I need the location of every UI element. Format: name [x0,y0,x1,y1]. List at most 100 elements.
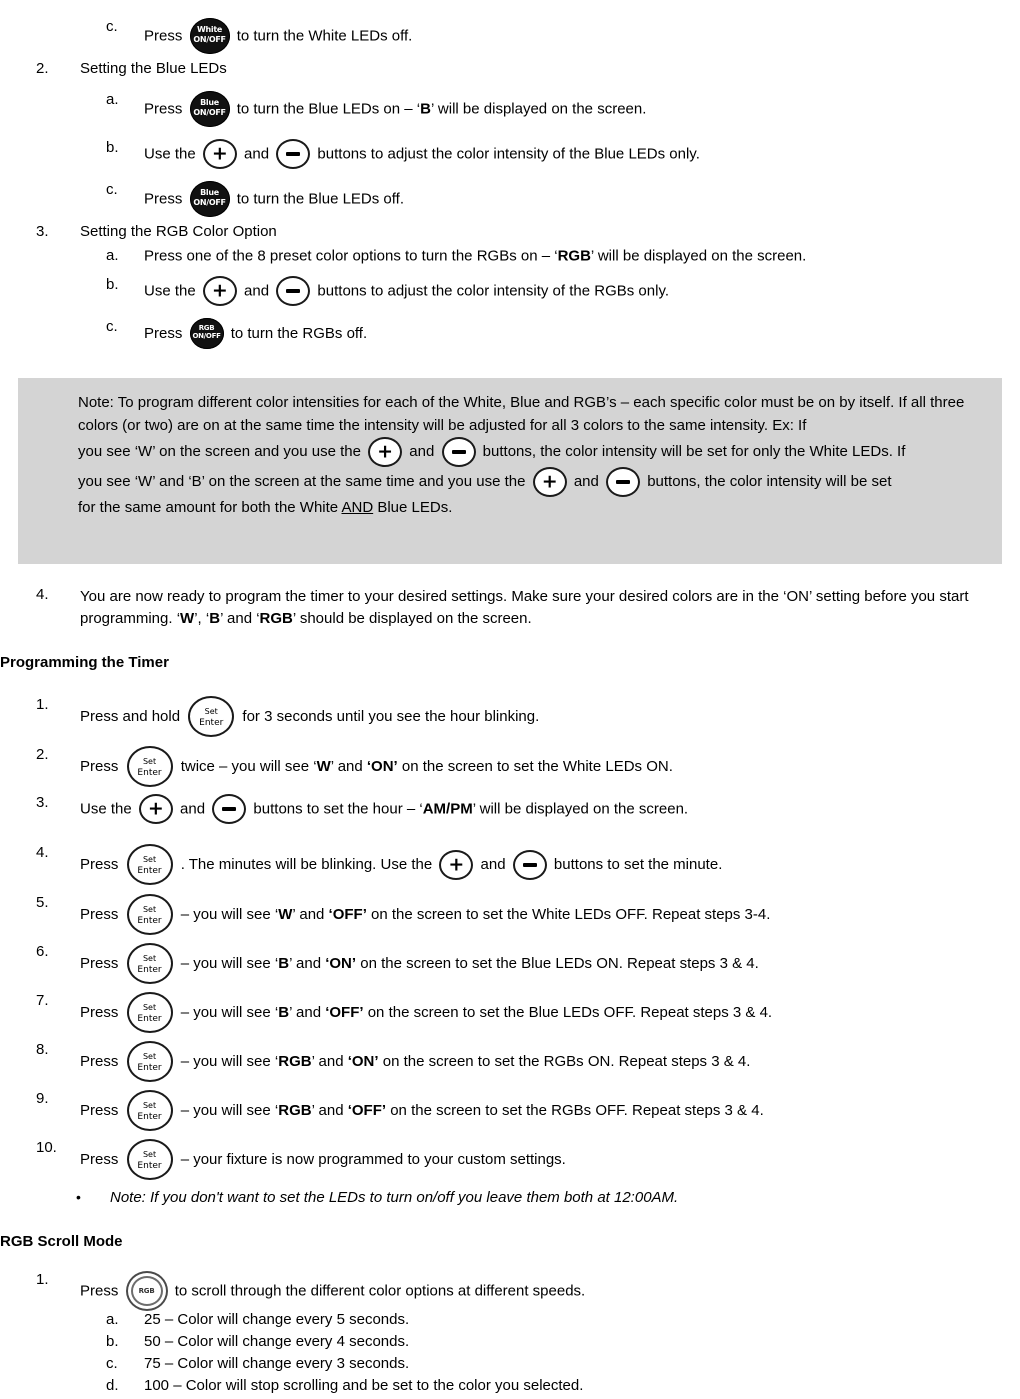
minus-icon[interactable] [212,794,247,824]
text-before: Press [80,757,119,775]
text-before: Press [80,1150,119,1168]
timer-step: 2. Press Set Enter twice – you will see … [36,746,1016,787]
minus-icon[interactable] [512,849,547,880]
set-enter-icon-line1: Set [142,1101,157,1110]
plus-icon-glyph: + [541,470,558,493]
text-before: Press [80,855,119,873]
list-text: Use the + and buttons to adjust the colo… [144,276,1020,307]
text-after-2: ’ and [292,905,329,923]
text-after-1: – you will see ‘ [180,905,279,923]
note-p3-before: you see ‘W’ and ‘B’ on the screen at the… [78,472,526,490]
set-enter-icon[interactable]: Set Enter [126,1090,173,1131]
plus-icon[interactable]: + [439,849,474,880]
plus-icon[interactable]: + [138,794,173,824]
list-item: b. Use the + and buttons to adjust the c… [106,139,1020,170]
set-enter-icon-line2: Enter [137,1014,162,1024]
text-before: Press [144,190,183,208]
note-p2-before: you see ‘W’ on the screen and you use th… [78,442,361,460]
list-item: c. Press Blue ON/OFF to turn the Blue LE… [106,181,1020,218]
text-before: Press [80,1282,119,1300]
emphasis-b: B [209,609,221,627]
list-item: 4. You are now ready to program the time… [36,586,1014,630]
text-before: Press [80,954,119,972]
note-p2-after: buttons, the color intensity will be set… [482,442,906,460]
emphasis-b: B [420,100,431,118]
timer-step: 7. Press Set Enter – you will see ‘B’ an… [36,992,1016,1033]
text-2: ’ will be displayed on the screen. [590,246,807,264]
emphasis-on: ‘ON’ [347,1052,379,1070]
minus-icon[interactable] [606,467,641,497]
note-paragraph-4: for the same amount for both the White A… [78,497,976,520]
timer-note-bullet: • Note: If you don't want to set the LED… [76,1189,1020,1206]
list-text: You are now ready to program the timer t… [80,586,1014,630]
list-item: c. Press RGB ON/OFF to turn the RGBs off… [106,318,1020,350]
text-after-1: to turn the Blue LEDs on – ‘ [236,100,421,118]
plus-icon[interactable]: + [202,139,237,170]
plus-icon-glyph: + [211,142,228,165]
timer-step: 4. Press Set Enter . The minutes will be… [36,844,1016,885]
note-p2-mid: and [409,442,435,460]
minus-icon[interactable] [276,139,311,170]
text-after-3: on the screen to set the Blue LEDs OFF. … [363,1003,773,1021]
list-marker: c. [106,18,118,35]
plus-icon[interactable]: + [368,437,403,467]
set-enter-icon[interactable]: Set Enter [126,894,173,935]
list-marker: d. [106,1377,119,1394]
rgb-scroll-icon[interactable]: RGB [125,1271,168,1311]
text-after-2: ’ and [289,954,326,972]
minus-icon-bar [286,152,301,157]
list-text: Press Set Enter – you will see ‘B’ and ‘… [80,943,1016,984]
list-text: Use the + and buttons to set the hour – … [80,794,1016,824]
set-enter-icon[interactable]: Set Enter [188,696,235,737]
list-text: 75 – Color will change every 3 seconds. [144,1355,410,1372]
list-text: 25 – Color will change every 5 seconds. [144,1311,410,1328]
timer-step: 1. Press and hold Set Enter for 3 second… [36,696,1016,737]
set-enter-icon[interactable]: Set Enter [126,943,173,984]
minus-icon[interactable] [276,276,311,307]
text-after: to turn the Blue LEDs off. [236,190,405,208]
blue-onoff-icon-line2: ON/OFF [193,198,226,208]
text-after: to turn the White LEDs off. [236,27,413,45]
set-enter-icon[interactable]: Set Enter [126,844,173,885]
list-text: Press Set Enter twice – you will see ‘W’… [80,746,1016,787]
emphasis-off: ‘OFF’ [347,1101,387,1119]
minus-icon[interactable] [441,437,476,467]
emphasis-b: B [278,954,290,972]
step4-text-3: ’ and ‘ [220,609,260,627]
set-enter-icon[interactable]: Set Enter [126,992,173,1033]
set-enter-icon-line2: Enter [137,1161,162,1171]
plus-icon[interactable]: + [202,276,237,307]
plus-icon-glyph: + [377,440,394,463]
list-text: 100 – Color will stop scrolling and be s… [144,1377,584,1394]
minus-icon-bar [616,480,631,484]
list-text: Press Set Enter – you will see ‘W’ and ‘… [80,894,1016,935]
set-enter-icon[interactable]: Set Enter [126,1041,173,1082]
set-enter-icon-line1: Set [142,1003,157,1012]
plus-icon[interactable]: + [532,467,567,497]
blue-onoff-icon[interactable]: Blue ON/OFF [189,181,230,218]
list-marker: a. [106,91,119,109]
step4-text-2: ’, ‘ [194,609,210,627]
emphasis-rgb: RGB [278,1052,312,1070]
list-marker: c. [106,318,118,336]
set-enter-icon-line2: Enter [137,1112,162,1122]
scroll-step: 1. Press RGB to scroll through the diffe… [36,1271,1016,1311]
set-enter-icon[interactable]: Set Enter [126,1139,173,1180]
list-marker: b. [106,139,119,157]
text-after-3: on the screen to set the White LEDs ON. [397,757,673,775]
plus-icon-glyph: + [147,797,164,820]
list-marker: 5. [36,894,49,911]
rgb-onoff-icon[interactable]: RGB ON/OFF [189,318,224,350]
note-paragraph-3: you see ‘W’ and ‘B’ on the screen at the… [78,467,976,497]
white-onoff-icon[interactable]: White ON/OFF [189,18,230,54]
rgb-scroll-mode-heading: RGB Scroll Mode [0,1233,123,1250]
text-after-3: on the screen to set the RGBs ON. Repeat… [378,1052,751,1070]
list-marker: b. [106,276,119,294]
set-enter-icon[interactable]: Set Enter [126,746,173,787]
text-after: to turn the RGBs off. [230,325,368,343]
white-onoff-icon-line2: ON/OFF [193,35,226,44]
text-after-1: buttons to set the hour – ‘ [253,800,423,818]
blue-onoff-icon[interactable]: Blue ON/OFF [189,91,230,128]
timer-step: 8. Press Set Enter – you will see ‘RGB’ … [36,1041,1016,1082]
list-text: Press RGB to scroll through the differen… [80,1271,1016,1311]
